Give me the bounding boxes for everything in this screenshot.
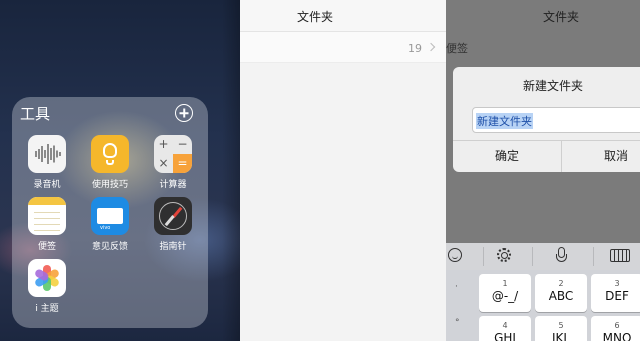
voice-recorder-icon (28, 135, 66, 173)
app-voice-recorder[interactable]: 录音机 (17, 135, 77, 190)
new-folder-dialog: 新建文件夹 新建文件夹 确定 取消 (453, 67, 640, 172)
calc-equals: = (173, 154, 192, 173)
app-label: 计算器 (159, 180, 187, 190)
calculator-icon: + − × = (154, 135, 192, 173)
emoji-button[interactable] (446, 243, 483, 270)
page-title: 文件夹 (296, 10, 333, 24)
app-compass[interactable]: 指南针 (143, 197, 203, 252)
key-6[interactable]: 6 MNO (591, 316, 640, 341)
cancel-button[interactable]: 取消 (562, 140, 640, 172)
theme-icon (28, 259, 66, 297)
settings-button[interactable] (484, 243, 532, 270)
chevron-right-icon (426, 42, 436, 52)
keyboard-side-column: · ° (455, 282, 460, 328)
key-number: 4 (502, 321, 508, 330)
app-theme[interactable]: i 主题 (17, 259, 77, 314)
gear-icon (497, 248, 511, 262)
key-number: 2 (558, 279, 564, 288)
behind-text: 便签 (446, 42, 468, 55)
keyboard-toolbar (446, 243, 640, 270)
add-icon[interactable] (175, 104, 193, 122)
key-2[interactable]: 2 ABC (535, 274, 587, 312)
compass-icon (154, 197, 192, 235)
key-letters: GHI (494, 331, 516, 341)
page-title: 文件夹 (542, 10, 579, 24)
folder-title: 工具 (20, 105, 51, 123)
app-label: 便签 (37, 242, 56, 252)
key-letters: @-_/ (491, 289, 519, 303)
folder-row[interactable]: 19 (240, 33, 446, 63)
voice-input-button[interactable] (533, 243, 593, 270)
app-label: 意见反馈 (91, 242, 128, 252)
key-4[interactable]: 4 GHI (479, 316, 531, 341)
calc-minus: − (177, 137, 188, 151)
calc-times: × (158, 156, 169, 170)
app-feedback[interactable]: vivo 意见反馈 (80, 197, 140, 252)
calc-plus: + (158, 137, 169, 151)
folder-name-value: 新建文件夹 (476, 113, 533, 129)
new-folder-screen: 文件夹 便签 新建文件夹 新建文件夹 确定 取消 · ° 1 @-_/ 2 AB… (446, 0, 640, 341)
app-calculator[interactable]: + − × = 计算器 (143, 135, 203, 190)
keyboard-icon (610, 249, 630, 262)
app-tips[interactable]: 使用技巧 (80, 135, 140, 190)
key-number: 6 (614, 321, 620, 330)
empty-area (240, 63, 446, 341)
emoji-icon (448, 248, 462, 262)
key-number: 1 (502, 279, 508, 288)
dialog-title: 新建文件夹 (523, 79, 584, 93)
app-label: 使用技巧 (91, 180, 128, 190)
lightbulb-icon (91, 135, 129, 173)
panel-shadow (222, 0, 240, 341)
nav-bar: 文件夹 (240, 0, 446, 32)
notes-folder-screen: 文件夹 19 (240, 0, 446, 341)
key-letters: DEF (605, 289, 629, 303)
key-3[interactable]: 3 DEF (591, 274, 640, 312)
key-number: 5 (558, 321, 564, 330)
folder-name-input[interactable]: 新建文件夹 (472, 107, 640, 133)
keyboard: · ° 1 @-_/ 2 ABC 3 DEF 4 GHI 5 JKL 6 MNO (446, 270, 640, 341)
app-label: 录音机 (33, 180, 61, 190)
key-letters: ABC (548, 289, 574, 303)
key-number: 3 (614, 279, 620, 288)
folder-count: 19 (408, 42, 422, 55)
app-label: 指南针 (159, 242, 187, 252)
key-1[interactable]: 1 @-_/ (479, 274, 531, 312)
key-letters: JKL (551, 331, 571, 341)
app-notes[interactable]: 便签 (17, 197, 77, 252)
key-letters: MNO (602, 331, 632, 341)
app-label: i 主题 (35, 304, 59, 314)
keyboard-switch-button[interactable] (594, 243, 640, 270)
confirm-button[interactable]: 确定 (453, 140, 561, 172)
key-5[interactable]: 5 JKL (535, 316, 587, 341)
notes-icon (28, 197, 66, 235)
feedback-icon: vivo (91, 197, 129, 235)
home-screen: 工具 录音机 使用技巧 + − × = 计算器 便签 vivo 意见反馈 指南针… (0, 0, 240, 341)
feedback-brand: vivo (100, 225, 111, 231)
